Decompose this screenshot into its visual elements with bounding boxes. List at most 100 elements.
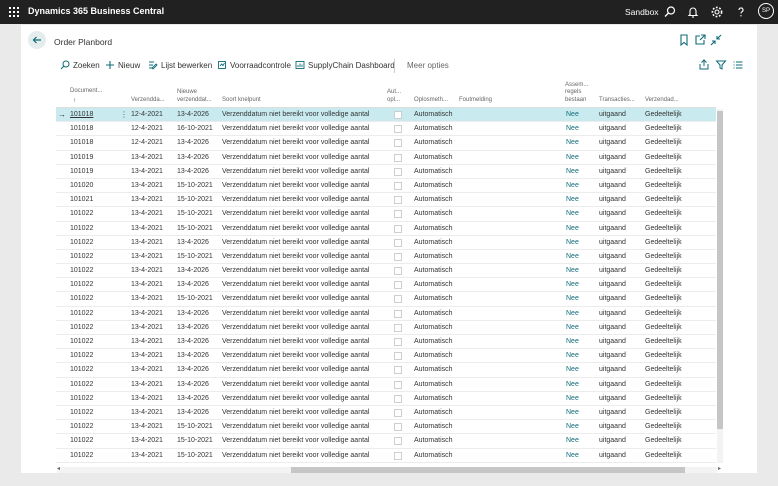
user-avatar[interactable]: SP	[758, 3, 774, 19]
table-row[interactable]: 101022 13-4-2021 13-4-2026 Verzenddatum nie…	[56, 392, 716, 406]
table-row[interactable]: 101022 13-4-2021 15-10-2021 Verzenddatum ni…	[56, 207, 716, 222]
auto-resolve-checkbox[interactable]	[394, 366, 402, 375]
table-row[interactable]: 101022 13-4-2021 13-4-2026 Verzenddatum nie…	[56, 321, 716, 335]
auto-resolve-checkbox[interactable]	[394, 238, 402, 247]
dashboard-action[interactable]: SupplyChain Dashboard	[295, 59, 395, 73]
more-options-action[interactable]: Meer opties	[407, 59, 449, 73]
cell-assembly-lines[interactable]: Nee	[566, 434, 579, 447]
bookmark-icon[interactable]	[677, 33, 691, 47]
table-row[interactable]: 101020 13-4-2021 15-10-2021 Verzenddatum ni…	[56, 179, 716, 194]
cell-assembly-lines[interactable]: Nee	[566, 420, 579, 433]
cell-document[interactable]: 101022	[70, 378, 93, 391]
cell-document[interactable]: 101022	[70, 250, 93, 263]
search-icon[interactable]	[663, 5, 677, 19]
auto-resolve-checkbox[interactable]	[394, 125, 402, 134]
table-row[interactable]: 101021 13-4-2021 15-10-2021 Verzenddatum ni…	[56, 193, 716, 208]
cell-assembly-lines[interactable]: Nee	[566, 264, 579, 277]
cell-document[interactable]: 101022	[70, 236, 93, 249]
horizontal-scrollbar-thumb[interactable]	[291, 467, 685, 473]
cell-assembly-lines[interactable]: Nee	[566, 378, 579, 391]
column-header-error[interactable]: Foutmelding	[459, 97, 492, 105]
cell-document[interactable]: 101022	[70, 406, 93, 419]
cell-document[interactable]: 101022	[70, 420, 93, 433]
cell-assembly-lines[interactable]: Nee	[566, 122, 579, 135]
auto-resolve-checkbox[interactable]	[394, 252, 402, 261]
table-row[interactable]: 101022 13-4-2021 13-4-2026 Verzenddatum nie…	[56, 406, 716, 421]
table-row[interactable]: 101022 13-4-2021 13-4-2026 Verzenddatum nie…	[56, 278, 716, 293]
cell-document[interactable]: 101022	[70, 392, 93, 405]
list-view-icon[interactable]	[732, 59, 744, 71]
cell-document[interactable]: 101022	[70, 363, 93, 376]
table-row[interactable]: 101022 13-4-2021 13-4-2026 Verzenddatum nie…	[56, 264, 716, 279]
open-new-window-icon[interactable]	[693, 33, 707, 47]
cell-document[interactable]: 101020	[70, 179, 93, 192]
cell-assembly-lines[interactable]: Nee	[566, 449, 579, 462]
cell-document[interactable]: 101022	[70, 449, 93, 462]
table-row[interactable]: 101022 13-4-2021 13-4-2026 Verzenddatum nie…	[56, 349, 716, 364]
cell-assembly-lines[interactable]: Nee	[566, 236, 579, 249]
app-title[interactable]: Dynamics 365 Business Central	[28, 6, 164, 16]
waffle-icon[interactable]	[9, 7, 19, 17]
column-header-ship-date[interactable]: Verzendda...	[131, 97, 165, 105]
cell-assembly-lines[interactable]: Nee	[566, 406, 579, 419]
cell-document[interactable]: 101022	[70, 335, 93, 348]
share-icon[interactable]	[698, 59, 710, 71]
auto-resolve-checkbox[interactable]	[394, 451, 402, 460]
cell-document[interactable]: 101022	[70, 207, 93, 220]
cell-assembly-lines[interactable]: Nee	[566, 349, 579, 362]
auto-resolve-checkbox[interactable]	[394, 153, 402, 162]
cell-document[interactable]: 101022	[70, 349, 93, 362]
vertical-scrollbar[interactable]	[717, 109, 723, 463]
column-header-shipping[interactable]: Verzendad...	[645, 97, 679, 105]
vertical-scrollbar-thumb[interactable]	[717, 111, 723, 429]
auto-resolve-checkbox[interactable]	[394, 196, 402, 205]
auto-resolve-checkbox[interactable]	[394, 295, 402, 304]
table-row[interactable]: 101019 13-4-2021 13-4-2026 Verzenddatum nie…	[56, 165, 716, 179]
table-row[interactable]: 101022 13-4-2021 13-4-2026 Verzenddatum nie…	[56, 363, 716, 378]
table-row[interactable]: 101022 13-4-2021 15-10-2021 Verzenddatum ni…	[56, 222, 716, 236]
cell-document[interactable]: 101022	[70, 307, 93, 320]
auto-resolve-checkbox[interactable]	[394, 352, 402, 361]
table-row[interactable]: 101022 13-4-2021 15-10-2021 Verzenddatum ni…	[56, 449, 716, 463]
back-button[interactable]	[28, 31, 46, 49]
cell-assembly-lines[interactable]: Nee	[566, 250, 579, 263]
column-header-node-type[interactable]: Soort knelpunt	[222, 97, 261, 105]
cell-document[interactable]: 101019	[70, 165, 93, 178]
column-header-solution-method[interactable]: Oplosmeth...	[414, 97, 448, 105]
auto-resolve-checkbox[interactable]	[394, 323, 402, 332]
column-header-auto-resolve[interactable]: Aut... opl...	[387, 89, 401, 104]
cell-document[interactable]: 101022	[70, 264, 93, 277]
auto-resolve-checkbox[interactable]	[394, 281, 402, 290]
cell-assembly-lines[interactable]: Nee	[566, 321, 579, 334]
scroll-left-arrow-icon[interactable]: ◂	[57, 465, 60, 472]
cell-document[interactable]: 101022	[70, 321, 93, 334]
cell-assembly-lines[interactable]: Nee	[566, 363, 579, 376]
cell-document[interactable]: 101018	[70, 136, 93, 149]
column-header-assembly-lines[interactable]: Assem... regels bestaan	[565, 82, 588, 105]
cell-document[interactable]: 101018	[70, 108, 93, 121]
cell-document[interactable]: 101018	[70, 122, 93, 135]
column-header-document[interactable]: Document...	[70, 88, 102, 96]
gear-icon[interactable]	[710, 5, 724, 19]
auto-resolve-checkbox[interactable]	[394, 167, 402, 176]
collapse-icon[interactable]	[709, 33, 723, 47]
auto-resolve-checkbox[interactable]	[394, 111, 402, 119]
table-row[interactable]: 101022 13-4-2021 13-4-2026 Verzenddatum nie…	[56, 236, 716, 250]
cell-document[interactable]: 101021	[70, 193, 93, 206]
table-row[interactable]: 101022 13-4-2021 13-4-2026 Verzenddatum nie…	[56, 307, 716, 321]
table-row[interactable]: 101019 13-4-2021 13-4-2026 Verzenddatum nie…	[56, 151, 716, 165]
new-action[interactable]: Nieuw	[105, 59, 140, 73]
auto-resolve-checkbox[interactable]	[394, 423, 402, 432]
column-header-transaction[interactable]: Transacties...	[599, 97, 635, 105]
cell-assembly-lines[interactable]: Nee	[566, 193, 579, 206]
table-row[interactable]: 101022 13-4-2021 15-10-2021 Verzenddatum ni…	[56, 420, 716, 435]
table-row[interactable]: 101022 13-4-2021 13-4-2026 Verzenddatum nie…	[56, 335, 716, 350]
cell-assembly-lines[interactable]: Nee	[566, 392, 579, 405]
cell-document[interactable]: 101022	[70, 434, 93, 447]
cell-assembly-lines[interactable]: Nee	[566, 292, 579, 305]
auto-resolve-checkbox[interactable]	[394, 437, 402, 446]
auto-resolve-checkbox[interactable]	[394, 210, 402, 219]
filter-icon[interactable]	[715, 59, 727, 71]
auto-resolve-checkbox[interactable]	[394, 394, 402, 403]
cell-assembly-lines[interactable]: Nee	[566, 335, 579, 348]
